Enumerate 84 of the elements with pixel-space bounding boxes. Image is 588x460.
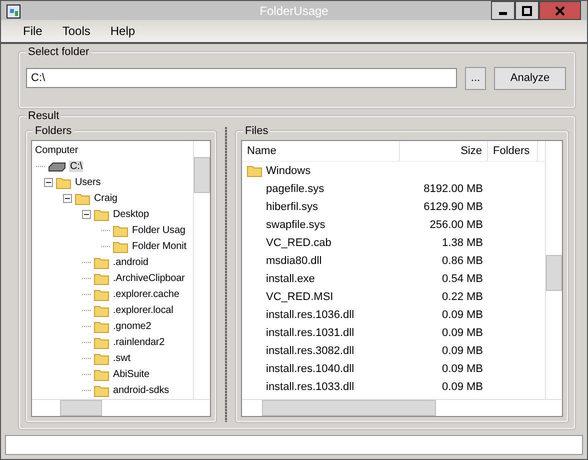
- vertical-scrollbar[interactable]: [545, 140, 562, 399]
- file-size: 0.09 MB: [442, 362, 483, 375]
- minimize-icon: [499, 12, 507, 15]
- maximize-icon: [522, 6, 532, 16]
- column-header[interactable]: Name: [242, 140, 400, 161]
- close-icon: [555, 6, 565, 16]
- folder-icon: [247, 164, 262, 178]
- group-title: Result: [26, 110, 62, 122]
- column-header[interactable]: Size: [400, 140, 488, 161]
- file-size: 8192.00 MB: [424, 182, 483, 195]
- tree-item[interactable]: C:\: [69, 161, 84, 172]
- file-name[interactable]: hiberfil.sys: [266, 200, 318, 213]
- file-size: 1.38 MB: [442, 236, 483, 249]
- tree-item[interactable]: android-sdks: [112, 385, 170, 396]
- tree-item[interactable]: Desktop: [112, 209, 150, 220]
- app-icon: [6, 2, 22, 19]
- file-name[interactable]: install.res.1040.dll: [266, 362, 354, 375]
- file-size: 0.09 MB: [442, 380, 483, 393]
- file-name[interactable]: install.res.3082.dll: [266, 344, 354, 357]
- tree-item[interactable]: Craig: [93, 193, 118, 204]
- folder-icon: [94, 368, 109, 382]
- file-name[interactable]: VC_RED.MSI: [266, 290, 334, 303]
- folder-icon: [113, 224, 128, 238]
- tree-item[interactable]: .android: [112, 257, 150, 268]
- folder-icon: [94, 256, 109, 270]
- group-title: Select folder: [26, 46, 92, 58]
- folder-icon: [113, 240, 128, 254]
- folder-icon: [94, 320, 109, 334]
- tree-item[interactable]: .swt: [112, 353, 132, 364]
- folder-path-field[interactable]: C:\: [26, 68, 457, 88]
- file-size: 256.00 MB: [430, 218, 483, 231]
- file-name[interactable]: install.res.1033.dll: [266, 380, 354, 393]
- drive-icon: [48, 162, 66, 172]
- tree-item[interactable]: Computer: [34, 145, 80, 156]
- file-size: 6129.90 MB: [424, 200, 483, 213]
- file-name[interactable]: VC_RED.cab: [266, 236, 332, 249]
- folder-icon: [94, 304, 109, 318]
- file-name[interactable]: install.exe: [266, 272, 315, 285]
- file-size: 0.86 MB: [442, 254, 483, 267]
- tree-item[interactable]: .explorer.cache: [112, 289, 180, 300]
- file-name[interactable]: install.res.1031.dll: [266, 326, 354, 339]
- file-size: 0.09 MB: [442, 326, 483, 339]
- file-size: 0.09 MB: [442, 344, 483, 357]
- horizontal-scrollbar[interactable]: [32, 398, 210, 416]
- tree-item[interactable]: Folder Usag: [131, 225, 186, 236]
- group-title: Files: [243, 124, 270, 137]
- tree-item[interactable]: Folder Monit: [131, 241, 188, 252]
- vertical-scrollbar[interactable]: [193, 140, 210, 399]
- file-size: 0.09 MB: [442, 308, 483, 321]
- file-name[interactable]: pagefile.sys: [266, 182, 324, 195]
- group-title: Folders: [33, 124, 74, 137]
- file-size: 0.54 MB: [442, 272, 483, 285]
- column-header[interactable]: Folders: [488, 140, 538, 161]
- close-button[interactable]: [539, 1, 581, 20]
- expander-icon[interactable]: [44, 178, 53, 188]
- window-title: FolderUsage: [260, 4, 328, 18]
- folder-icon: [94, 272, 109, 286]
- file-name[interactable]: install.res.1036.dll: [266, 308, 354, 321]
- analyze-button[interactable]: Analyze: [494, 66, 566, 90]
- file-size: 0.22 MB: [442, 290, 483, 303]
- menu-item[interactable]: Tools: [52, 24, 100, 38]
- minimize-button[interactable]: [491, 1, 515, 20]
- menu-item[interactable]: File: [13, 24, 52, 38]
- folder-icon: [94, 352, 109, 366]
- horizontal-scrollbar[interactable]: [242, 398, 562, 416]
- expander-icon[interactable]: [63, 194, 72, 204]
- menu-item[interactable]: Help: [100, 24, 146, 38]
- folder-icon: [94, 336, 109, 350]
- tree-item[interactable]: .ArchiveClipboar: [112, 273, 186, 284]
- folder-icon: [94, 208, 109, 222]
- tree-item[interactable]: .explorer.local: [112, 305, 174, 316]
- browse-button[interactable]: ...: [465, 66, 486, 90]
- tree-item[interactable]: Users: [74, 177, 102, 188]
- tree-item[interactable]: .rainlendar2: [112, 337, 166, 348]
- file-name[interactable]: Windows: [266, 164, 311, 177]
- folder-icon: [56, 176, 71, 190]
- folder-icon: [75, 192, 90, 206]
- tree-item[interactable]: .gnome2: [112, 321, 152, 332]
- file-name[interactable]: msdia80.dll: [266, 254, 322, 267]
- folder-icon: [94, 288, 109, 302]
- file-name[interactable]: swapfile.sys: [266, 218, 326, 231]
- expander-icon[interactable]: [82, 210, 91, 220]
- tree-item[interactable]: AbiSuite: [112, 369, 150, 380]
- maximize-button[interactable]: [515, 1, 539, 20]
